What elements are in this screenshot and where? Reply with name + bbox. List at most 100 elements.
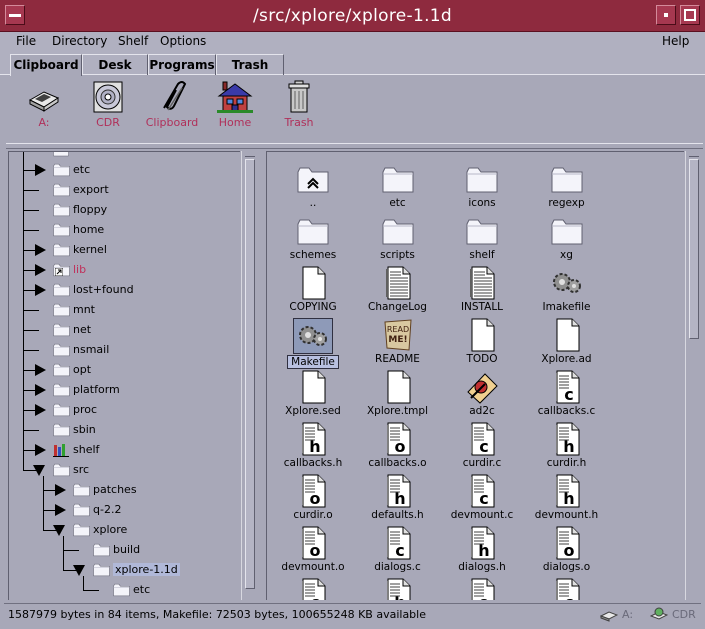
menu-file[interactable]: File bbox=[16, 34, 36, 48]
expand-arrow-icon[interactable] bbox=[35, 284, 46, 296]
file-item[interactable]: regexp bbox=[524, 162, 610, 214]
file-item[interactable]: etc bbox=[355, 162, 441, 214]
expand-arrow-icon[interactable] bbox=[35, 384, 46, 396]
tree-row[interactable]: etc bbox=[9, 580, 239, 600]
status-device-floppy[interactable]: A: bbox=[622, 608, 633, 621]
tab-trash[interactable]: Trash bbox=[216, 54, 284, 75]
collapse-arrow-icon[interactable] bbox=[73, 565, 85, 576]
file-item[interactable]: o dialogs.o bbox=[524, 526, 610, 578]
tree-row[interactable]: etc bbox=[9, 160, 239, 180]
expand-arrow-icon[interactable] bbox=[35, 264, 46, 276]
tree-row[interactable]: xplore-1.1d bbox=[9, 560, 239, 580]
file-icon-box bbox=[439, 266, 525, 300]
file-item[interactable]: Xplore.sed bbox=[270, 370, 356, 422]
tree-scrollbar[interactable] bbox=[241, 151, 257, 600]
shelf-item-home[interactable]: Home bbox=[205, 80, 265, 129]
menu-shelf[interactable]: Shelf bbox=[118, 34, 148, 48]
file-item[interactable]: h devmount.h bbox=[524, 474, 610, 526]
file-item[interactable]: c bbox=[524, 578, 610, 600]
expand-arrow-icon[interactable] bbox=[35, 164, 46, 176]
file-icon-box: o bbox=[355, 422, 441, 456]
file-item[interactable]: READ ME! README bbox=[355, 318, 441, 370]
tree-row[interactable]: net bbox=[9, 320, 239, 340]
tree-row[interactable]: platform bbox=[9, 380, 239, 400]
tree-row[interactable] bbox=[9, 152, 239, 160]
shelf-item-cdr[interactable]: CDR bbox=[78, 80, 138, 129]
file-item[interactable]: schemes bbox=[270, 214, 356, 266]
tab-desk[interactable]: Desk bbox=[82, 54, 148, 75]
file-item[interactable]: c bbox=[270, 578, 356, 600]
files-scroll-up[interactable] bbox=[689, 151, 699, 157]
file-item[interactable]: o callbacks.o bbox=[355, 422, 441, 474]
file-item[interactable]: c callbacks.c bbox=[524, 370, 610, 422]
file-item[interactable]: o curdir.o bbox=[270, 474, 356, 526]
shelf-item-floppy[interactable]: A: bbox=[14, 80, 74, 129]
expand-arrow-icon[interactable] bbox=[35, 244, 46, 256]
tree-scroll-thumb[interactable] bbox=[245, 159, 255, 589]
tree-row[interactable]: export bbox=[9, 180, 239, 200]
expand-arrow-icon[interactable] bbox=[35, 364, 46, 376]
tree-row[interactable]: kernel bbox=[9, 240, 239, 260]
file-item[interactable]: shelf bbox=[439, 214, 525, 266]
tree-row[interactable]: home bbox=[9, 220, 239, 240]
file-item[interactable]: .. bbox=[270, 162, 356, 214]
file-item[interactable]: h dialogs.h bbox=[439, 526, 525, 578]
menu-help[interactable]: Help bbox=[662, 34, 689, 48]
file-item[interactable]: o bbox=[439, 578, 525, 600]
collapse-arrow-icon[interactable] bbox=[33, 465, 45, 476]
file-item[interactable]: c dialogs.c bbox=[355, 526, 441, 578]
o-file-icon: o bbox=[302, 526, 326, 560]
document-icon bbox=[302, 370, 326, 404]
files-scroll-thumb[interactable] bbox=[689, 159, 699, 339]
file-item[interactable]: xg bbox=[524, 214, 610, 266]
tree-row[interactable]: proc bbox=[9, 400, 239, 420]
tree-row[interactable]: sbin bbox=[9, 420, 239, 440]
tree-row[interactable]: opt bbox=[9, 360, 239, 380]
file-item[interactable]: Xplore.tmpl bbox=[355, 370, 441, 422]
file-item[interactable]: h bbox=[355, 578, 441, 600]
title-bar[interactable]: /src/xplore/xplore-1.1d bbox=[0, 0, 705, 32]
status-device-cdr[interactable]: CDR bbox=[672, 608, 696, 621]
tree-scroll-up[interactable] bbox=[245, 151, 255, 157]
collapse-arrow-icon[interactable] bbox=[53, 525, 65, 536]
file-item[interactable]: c devmount.c bbox=[439, 474, 525, 526]
expand-arrow-icon[interactable] bbox=[55, 504, 66, 516]
file-item[interactable]: h defaults.h bbox=[355, 474, 441, 526]
file-name: curdir.h bbox=[546, 457, 587, 469]
tree-row[interactable]: shelf bbox=[9, 440, 239, 460]
file-item[interactable]: h callbacks.h bbox=[270, 422, 356, 474]
tree-row[interactable]: build bbox=[9, 540, 239, 560]
folder-icon bbox=[53, 343, 70, 357]
shelf-item-trash[interactable]: Trash bbox=[269, 80, 329, 129]
file-item[interactable]: INSTALL bbox=[439, 266, 525, 318]
tab-clipboard[interactable]: Clipboard bbox=[10, 54, 82, 76]
pane-divider[interactable] bbox=[6, 143, 703, 149]
file-item[interactable]: Imakefile bbox=[524, 266, 610, 318]
menu-options[interactable]: Options bbox=[160, 34, 206, 48]
tree-row[interactable]: lost+found bbox=[9, 280, 239, 300]
expand-arrow-icon[interactable] bbox=[35, 444, 46, 456]
file-item[interactable]: icons bbox=[439, 162, 525, 214]
file-item[interactable]: h curdir.h bbox=[524, 422, 610, 474]
file-item[interactable]: ad2c bbox=[439, 370, 525, 422]
file-item[interactable]: scripts bbox=[355, 214, 441, 266]
expand-arrow-icon[interactable] bbox=[35, 404, 46, 416]
tree-row[interactable]: mnt bbox=[9, 300, 239, 320]
file-item[interactable]: Xplore.ad bbox=[524, 318, 610, 370]
menu-directory[interactable]: Directory bbox=[52, 34, 107, 48]
file-item[interactable]: TODO bbox=[439, 318, 525, 370]
file-item[interactable]: COPYING bbox=[270, 266, 356, 318]
file-item[interactable]: ChangeLog bbox=[355, 266, 441, 318]
shelf-item-clipboard[interactable]: Clipboard bbox=[142, 80, 202, 129]
maximize-button[interactable] bbox=[680, 5, 700, 25]
file-item[interactable]: Makefile bbox=[270, 318, 356, 370]
tab-programs[interactable]: Programs bbox=[148, 54, 216, 75]
tree-row[interactable]: floppy bbox=[9, 200, 239, 220]
minimize-button[interactable] bbox=[656, 5, 676, 25]
tree-row[interactable]: nsmail bbox=[9, 340, 239, 360]
file-item[interactable]: c curdir.c bbox=[439, 422, 525, 474]
file-item[interactable]: o devmount.o bbox=[270, 526, 356, 578]
tree-row[interactable]: lib bbox=[9, 260, 239, 280]
expand-arrow-icon[interactable] bbox=[55, 484, 66, 496]
files-scrollbar[interactable] bbox=[685, 151, 701, 600]
